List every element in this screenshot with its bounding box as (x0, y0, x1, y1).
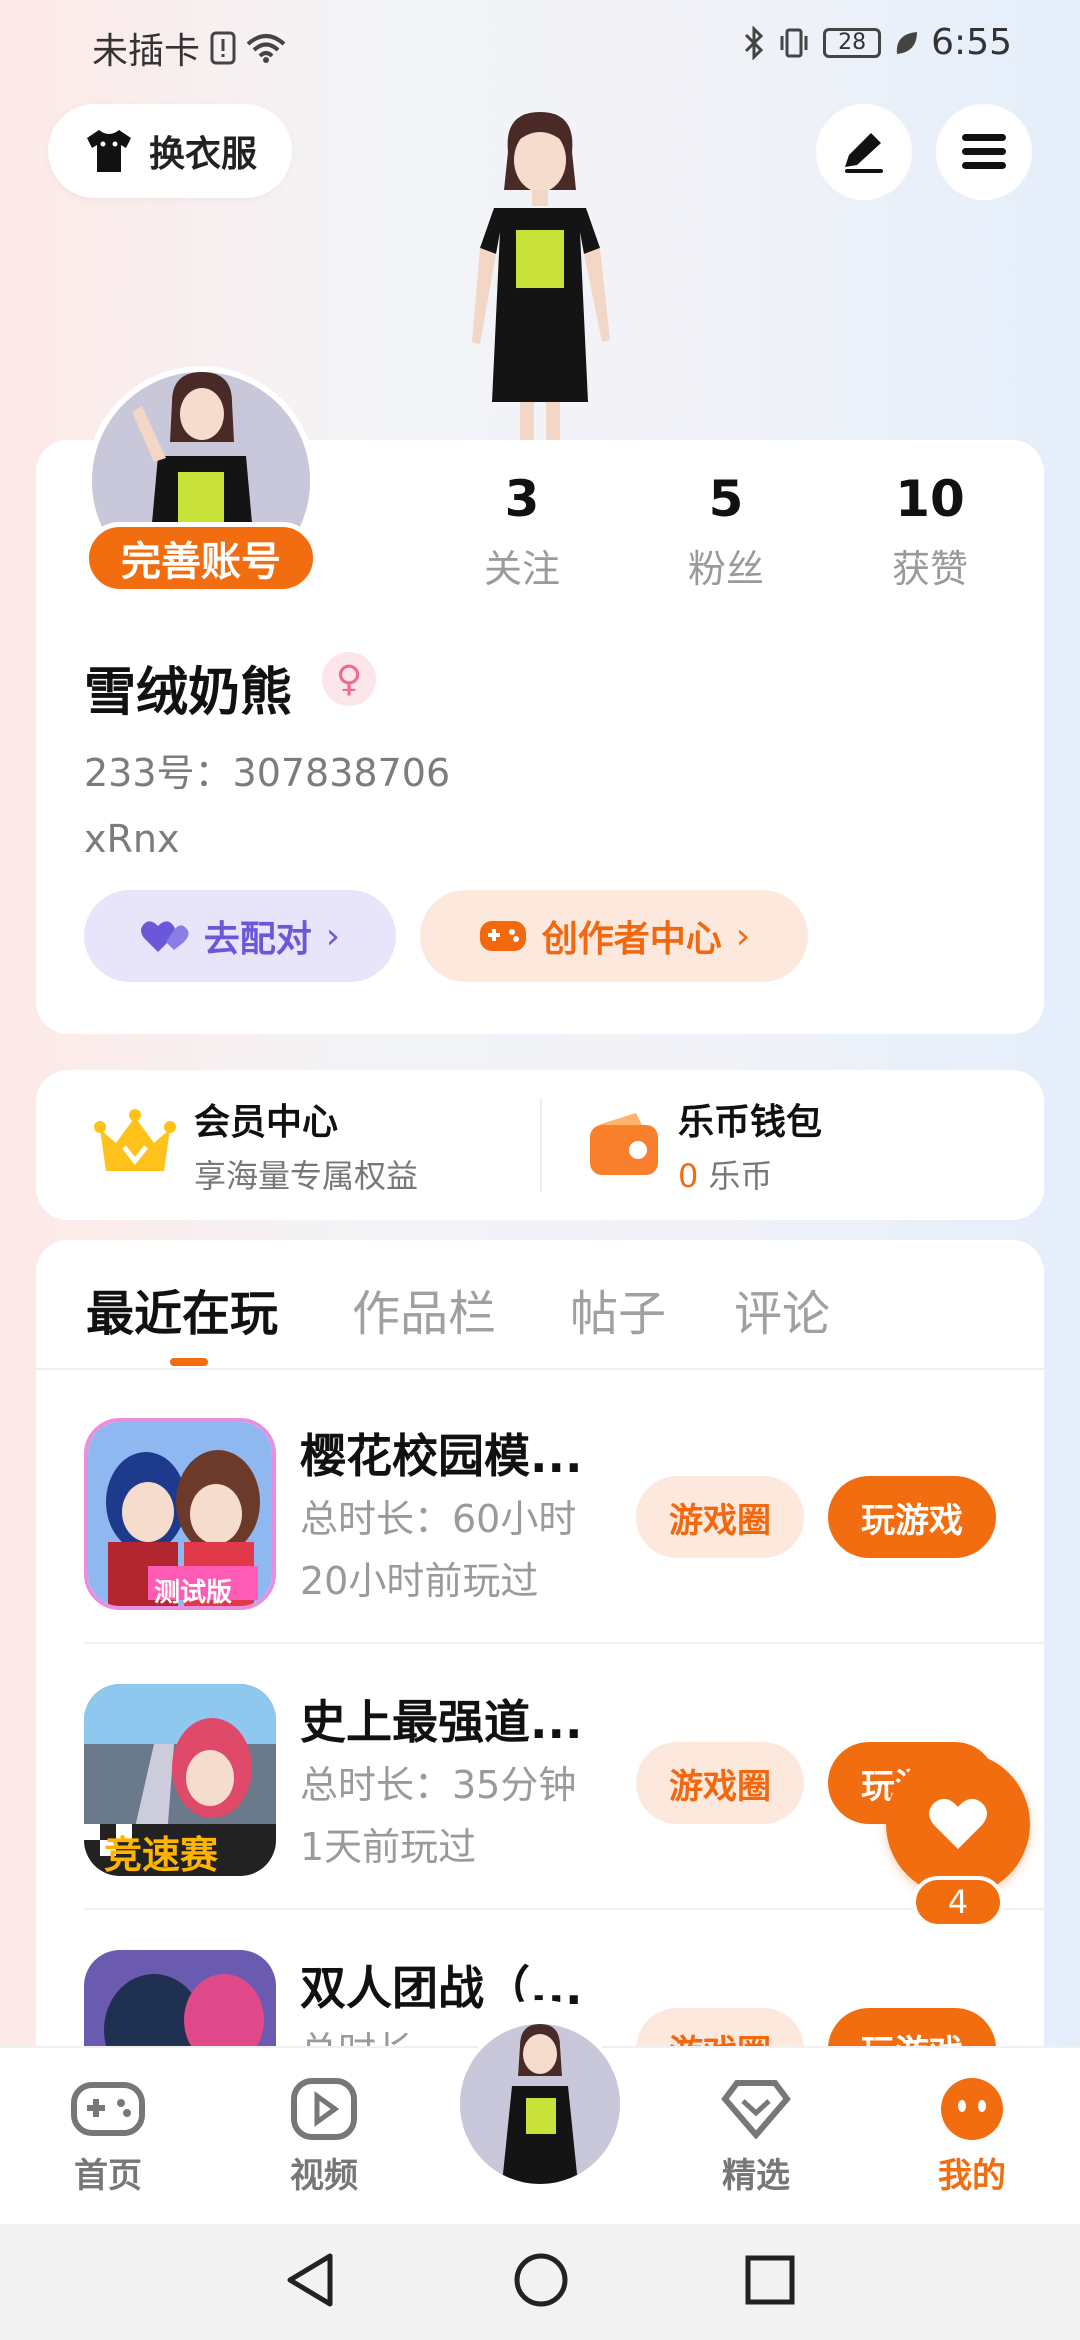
stat-likes-count: 10 (895, 470, 965, 528)
game-row[interactable]: 竞速赛 史上最强道... 总时长：35分钟 1天前玩过 游戏圈 玩游戏 (36, 1644, 1044, 1910)
member-center-entry[interactable]: 会员中心 享海量专属权益 (94, 1070, 418, 1220)
hearts-icon (140, 921, 189, 952)
nav-mine-label: 我的 (938, 2156, 1006, 2196)
nav-mine[interactable]: 我的 (912, 2074, 1032, 2197)
nav-featured[interactable]: 精选 (696, 2074, 816, 2197)
wallet-title: 乐币钱包 (678, 1102, 823, 1143)
divider (540, 1098, 542, 1192)
profile-tabs: 最近在玩 作品栏 帖子 评论 (36, 1240, 1044, 1370)
game-icon-caption: 竞速赛 (104, 1833, 219, 1876)
game-icon-caption: 测试版 (154, 1578, 233, 1608)
carrier-text: 未插卡 (92, 31, 201, 72)
stat-following[interactable]: 3 关注 (432, 470, 612, 593)
nav-center-avatar[interactable] (456, 2020, 624, 2188)
stat-fans[interactable]: 5 粉丝 (636, 470, 816, 593)
game-last-played: 20小时前玩过 (300, 1559, 539, 1603)
gamepad-icon (479, 921, 526, 951)
wallet-entry[interactable]: 乐币钱包 0 乐币 (588, 1070, 822, 1220)
diamond-icon (721, 2080, 791, 2139)
system-nav-bar (0, 2224, 1080, 2340)
game-duration: 总时长：60小时 (300, 1497, 577, 1541)
complete-account-badge[interactable]: 完善账号 (84, 522, 318, 594)
status-right: 28 6:55 (743, 22, 1012, 63)
pen-icon (845, 133, 883, 173)
wallet-icon (590, 1113, 658, 1175)
gamepad-icon (71, 2082, 145, 2136)
bluetooth-icon (745, 25, 764, 60)
floating-like-button[interactable] (886, 1752, 1030, 1896)
edit-profile-button[interactable] (816, 104, 912, 200)
user-bio: xRnx (84, 817, 180, 861)
wifi-icon (246, 34, 286, 63)
home-circle-icon[interactable] (512, 2250, 570, 2310)
match-label: 去配对 (203, 919, 312, 960)
tab-posts[interactable]: 帖子 (570, 1274, 666, 1344)
user-id: 233号：307838706 (84, 751, 451, 795)
crown-icon (94, 1109, 176, 1171)
nav-video[interactable]: 视频 (264, 2074, 384, 2197)
game-row[interactable]: 测试版 樱花校园模... 总时长：60小时 20小时前玩过 游戏圈 玩游戏 (36, 1378, 1044, 1644)
game-title: 樱花校园模... (300, 1429, 583, 1483)
leaf-icon (896, 31, 918, 54)
vibrate-icon (780, 28, 808, 57)
status-bar: 未插卡 28 6:55 (0, 0, 1080, 84)
chevron-right-icon: › (735, 915, 751, 957)
game-last-played: 1天前玩过 (300, 1825, 477, 1869)
female-gender-icon: ♀ (322, 652, 376, 706)
stat-following-label: 关注 (483, 547, 560, 591)
wallet-unit: 乐币 (708, 1157, 773, 1195)
status-left: 未插卡 (92, 22, 286, 74)
chevron-right-icon: › (325, 915, 341, 957)
game-title: 史上最强道... (300, 1695, 583, 1749)
nav-home[interactable]: 首页 (48, 2074, 168, 2197)
video-icon (291, 2078, 357, 2140)
clock-text: 6:55 (931, 22, 1012, 63)
member-wallet-card: 会员中心 享海量专属权益 乐币钱包 0 乐币 (36, 1070, 1044, 1220)
tab-works[interactable]: 作品栏 (352, 1274, 496, 1344)
tshirt-icon (86, 130, 131, 172)
recents-square-icon[interactable] (742, 2250, 798, 2310)
stat-likes[interactable]: 10 获赞 (840, 470, 1020, 593)
change-outfit-label: 换衣服 (148, 134, 257, 175)
game-circle-button[interactable]: 游戏圈 (636, 1476, 804, 1558)
stat-likes-label: 获赞 (891, 547, 968, 591)
wallet-balance: 0 乐币 (678, 1151, 822, 1197)
avatar-3d-character[interactable] (420, 112, 660, 442)
stat-fans-count: 5 (708, 470, 744, 528)
profile-face-icon (941, 2078, 1003, 2140)
member-center-title: 会员中心 (194, 1102, 339, 1143)
username: 雪绒奶熊 (84, 663, 293, 723)
nav-home-label: 首页 (74, 2156, 142, 2196)
stat-following-count: 3 (504, 470, 540, 528)
creator-center-label: 创作者中心 (541, 919, 722, 960)
tab-recently-played[interactable]: 最近在玩 (86, 1274, 278, 1344)
wallet-amount: 0 (678, 1157, 699, 1195)
tab-comments[interactable]: 评论 (734, 1274, 830, 1344)
game-duration: 总时长：35分钟 (300, 1763, 577, 1807)
sim-alert-icon (210, 31, 236, 65)
stat-fans-label: 粉丝 (687, 547, 764, 591)
match-button[interactable]: 去配对 › (84, 890, 396, 982)
nav-video-label: 视频 (290, 2156, 358, 2196)
like-count-badge: 4 (912, 1876, 1004, 1928)
active-tab-indicator (170, 1358, 208, 1366)
play-game-button[interactable]: 玩游戏 (828, 1476, 996, 1558)
avatar-image (460, 2024, 620, 2184)
battery-indicator: 28 (823, 27, 882, 58)
menu-button[interactable] (936, 104, 1032, 200)
menu-icon (962, 134, 1006, 169)
game-circle-button[interactable]: 游戏圈 (636, 1742, 804, 1824)
game-icon-sakura: 测试版 (84, 1418, 276, 1610)
back-icon[interactable] (282, 2250, 338, 2310)
heart-icon (929, 1798, 987, 1849)
creator-center-button[interactable]: 创作者中心 › (420, 890, 808, 982)
member-center-subtitle: 享海量专属权益 (194, 1157, 419, 1195)
nav-featured-label: 精选 (722, 2156, 790, 2196)
change-outfit-button[interactable]: 换衣服 (48, 104, 292, 198)
game-icon-racing: 竞速赛 (84, 1684, 276, 1876)
